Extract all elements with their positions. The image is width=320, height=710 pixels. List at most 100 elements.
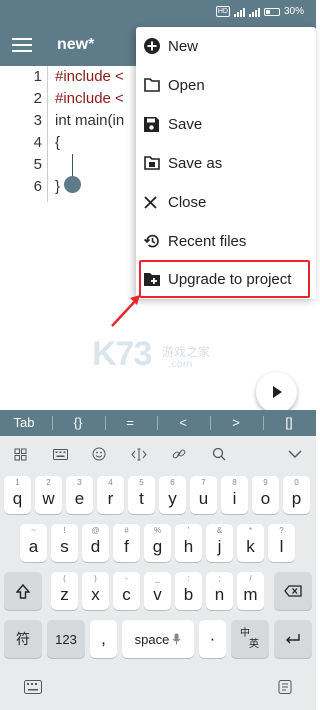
key-c[interactable]: -c [113, 572, 140, 610]
lang-bottom-label: 英 [249, 639, 259, 650]
shortcut-equals[interactable]: = [110, 410, 150, 436]
shortcut-greater-than[interactable]: > [216, 410, 256, 436]
key-label: q [12, 489, 23, 508]
symbol-key[interactable]: 符 [4, 620, 42, 658]
cursor-handle[interactable] [64, 176, 81, 193]
key-hint: ( [63, 574, 66, 583]
shortcut-tab[interactable]: Tab [4, 410, 44, 436]
key-hint: / [249, 574, 252, 583]
keyboard-grid-icon[interactable] [12, 446, 28, 462]
key-q[interactable]: 1q [4, 476, 31, 514]
line-number-gutter: 1 2 3 4 5 6 [0, 66, 48, 202]
enter-key[interactable] [274, 620, 312, 658]
shortcut-less-than[interactable]: < [163, 410, 203, 436]
key-j[interactable]: & j [206, 524, 233, 562]
key-label: t [139, 489, 144, 508]
key-u[interactable]: 7u [190, 476, 217, 514]
key-k[interactable]: * k [237, 524, 264, 562]
menu-item-label: Save [168, 115, 203, 133]
code-line[interactable]: } [55, 178, 60, 195]
menu-item-save[interactable]: Save [136, 105, 316, 143]
shortcut-divider [157, 416, 158, 430]
code-line[interactable]: { [55, 134, 60, 151]
key-label: k [246, 537, 255, 556]
period-key[interactable]: · [199, 620, 226, 658]
key-hint: ' [187, 526, 190, 535]
key-s[interactable]: ! s [51, 524, 78, 562]
backspace-key[interactable] [274, 572, 312, 610]
code-line[interactable]: #include < [55, 90, 124, 107]
shortcut-divider [52, 416, 53, 430]
code-line[interactable]: int main(in [55, 112, 124, 129]
shift-key[interactable] [4, 572, 42, 610]
menu-item-recent-files[interactable]: Recent files [136, 222, 316, 260]
battery-percent: 30% [283, 6, 304, 17]
key-t[interactable]: 5t [128, 476, 155, 514]
key-label: n [214, 585, 225, 604]
key-z[interactable]: (z [51, 572, 78, 610]
shortcut-divider [105, 416, 106, 430]
key-label: f [124, 537, 129, 556]
menu-item-save-as[interactable]: Save as [136, 144, 316, 182]
menu-item-open[interactable]: Open [136, 66, 316, 104]
key-a[interactable]: ~ a [20, 524, 47, 562]
space-key[interactable]: space [122, 620, 194, 658]
key-v[interactable]: _ v [144, 572, 171, 610]
lang-top-label: 中 [240, 628, 250, 639]
key-label: a [28, 537, 39, 556]
key-hint: 3 [77, 478, 82, 487]
menu-item-new[interactable]: New [136, 27, 316, 65]
key-hint: # [124, 526, 129, 535]
key-b[interactable]: :b [175, 572, 202, 610]
menu-item-close[interactable]: Close [136, 183, 316, 221]
line-number: 5 [33, 156, 42, 173]
clipboard-icon[interactable] [276, 680, 294, 694]
emoji-icon[interactable] [91, 446, 107, 462]
key-d[interactable]: @ d [82, 524, 109, 562]
key-h[interactable]: ' h [175, 524, 202, 562]
hamburger-menu-icon[interactable] [12, 38, 32, 54]
key-y[interactable]: 6y [159, 476, 186, 514]
shortcut-brackets[interactable]: [] [269, 410, 309, 436]
key-label: p [291, 489, 302, 508]
menu-item-label: Save as [168, 154, 223, 172]
key-hint: ? [279, 526, 284, 535]
key-hint: 6 [170, 478, 175, 487]
key-p[interactable]: 0p [283, 476, 310, 514]
line-number: 6 [33, 178, 42, 195]
key-l[interactable]: ? l [268, 524, 295, 562]
key-label: z [60, 585, 69, 604]
key-r[interactable]: 4r [97, 476, 124, 514]
cursor-move-icon[interactable] [131, 446, 147, 462]
comma-key[interactable]: , [90, 620, 117, 658]
search-icon[interactable] [211, 446, 227, 462]
language-switch-key[interactable]: 中 英 [231, 620, 269, 658]
keyboard-layout-icon[interactable] [52, 446, 68, 462]
key-m[interactable]: / m [237, 572, 264, 610]
number-key[interactable]: 123 [47, 620, 85, 658]
key-f[interactable]: # f [113, 524, 140, 562]
key-i[interactable]: 8i [221, 476, 248, 514]
key-e[interactable]: 3e [66, 476, 93, 514]
keyboard-icon[interactable] [24, 680, 42, 694]
link-icon[interactable] [171, 446, 187, 462]
close-icon [136, 183, 168, 221]
key-hint: - [125, 574, 128, 583]
signal-icon [233, 7, 245, 17]
chevron-down-icon[interactable] [287, 446, 303, 462]
key-label: v [153, 585, 162, 604]
key-label: e [74, 489, 85, 508]
key-x[interactable]: ) x [82, 572, 109, 610]
key-hint: & [216, 526, 223, 535]
key-w[interactable]: 2w [35, 476, 62, 514]
code-line[interactable]: #include < [55, 68, 124, 85]
key-g[interactable]: % g [144, 524, 171, 562]
key-n[interactable]: ; n [206, 572, 233, 610]
highlight-annotation-box [139, 260, 310, 298]
space-label: space [134, 631, 170, 647]
key-o[interactable]: 9o [252, 476, 279, 514]
shortcut-braces[interactable]: {} [58, 410, 98, 436]
key-hint: _ [155, 574, 160, 583]
run-button[interactable] [256, 372, 297, 413]
line-number: 3 [33, 112, 42, 129]
